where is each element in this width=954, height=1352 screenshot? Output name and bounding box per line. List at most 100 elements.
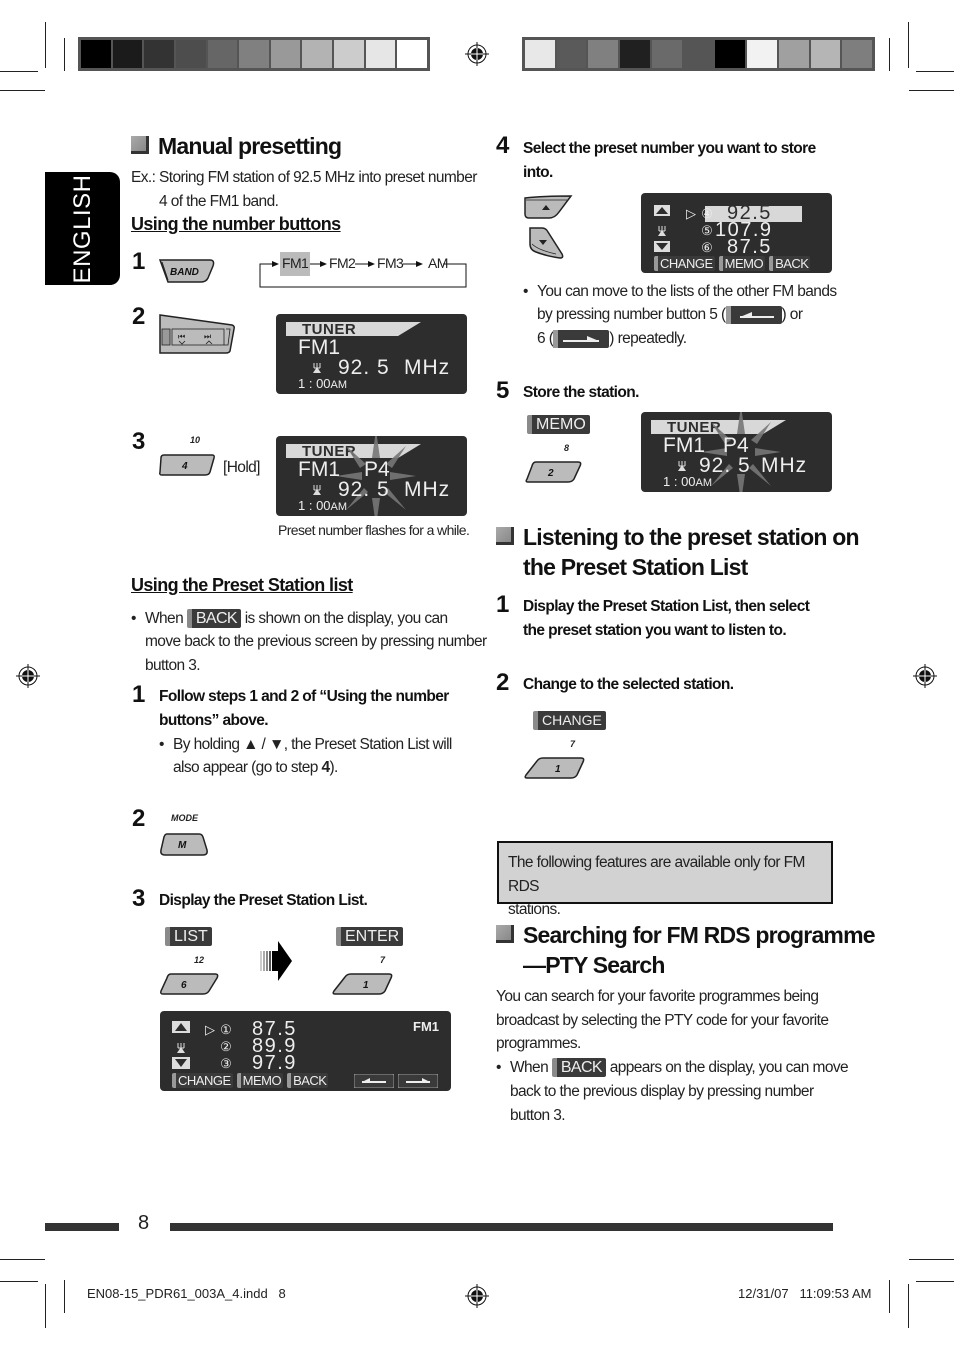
color-swatch xyxy=(239,40,269,68)
bullet-text: When xyxy=(510,1059,549,1076)
sub-bullet-line-2: also appear (go to step 4). xyxy=(173,756,338,780)
sub-bullet-text: ). xyxy=(329,759,339,776)
softkey-row: CHANGE MEMO BACK xyxy=(172,1073,329,1088)
registration-mark-icon xyxy=(913,664,937,688)
color-swatch xyxy=(365,40,396,68)
antenna-icon xyxy=(658,226,666,236)
color-swatch xyxy=(270,40,301,68)
note-line-2: stations. xyxy=(508,901,561,918)
footer-bar-left xyxy=(45,1223,119,1231)
band-option-fm3: FM3 xyxy=(377,255,404,271)
scroll-down-icon xyxy=(654,241,670,252)
bullet-text: is shown on the display, you can xyxy=(244,610,448,627)
softkey-back: BACK xyxy=(769,256,811,271)
hold-label: [Hold] xyxy=(223,459,261,476)
section-bullet-icon xyxy=(496,925,514,943)
sub-bullet-line-1: By holding ▲ / ▼, the Preset Station Lis… xyxy=(173,736,452,753)
band-cycle-diagram: FM1 FM2 FM3 AM xyxy=(259,252,467,288)
cursor-marker: ▷ xyxy=(205,1022,215,1037)
step-number: 4 xyxy=(496,132,510,159)
mode-button[interactable]: M xyxy=(159,831,209,857)
example-prefix: Ex.: xyxy=(131,169,156,186)
enter-softkey-chip: ENTER xyxy=(336,927,404,946)
step-number: 3 xyxy=(132,428,146,455)
preset-button-1[interactable]: 1 xyxy=(523,756,587,780)
softkey-row: CHANGE MEMO BACK xyxy=(654,256,811,271)
crop-mark xyxy=(0,71,38,72)
band-indicator: FM1 xyxy=(413,1019,439,1034)
language-tab-label: ENGLISH xyxy=(68,174,96,283)
clock-time: 1 : 00 xyxy=(663,474,696,489)
preset-list-row[interactable]: ▷ ④ 92.5 xyxy=(683,203,773,223)
softkey-next-band-icon xyxy=(398,1074,438,1088)
preset-list-row[interactable]: ⑥ 87.5 xyxy=(683,237,773,257)
band-button[interactable]: BAND xyxy=(158,258,216,284)
color-swatch xyxy=(175,40,206,68)
band-option-am: AM xyxy=(428,255,448,271)
preset-frequency: 97.9 xyxy=(252,1052,297,1074)
band-option-fm1: FM1 xyxy=(280,252,311,276)
bullet-line-3: 6 ( ) repeatedly. xyxy=(537,327,687,351)
preset-list-row[interactable]: ③ 97.9 xyxy=(202,1052,297,1074)
step-number: 1 xyxy=(132,248,146,275)
bullet-dot: • xyxy=(496,1059,501,1076)
registration-mark-icon xyxy=(16,664,40,688)
seek-buttons[interactable]: ⏮ ⏭ xyxy=(158,313,236,355)
back-softkey-chip: BACK xyxy=(186,609,241,629)
color-swatch xyxy=(620,40,650,68)
preset-number: ② xyxy=(220,1039,232,1054)
color-swatch xyxy=(842,40,873,68)
color-swatch xyxy=(397,40,428,68)
crop-mark xyxy=(909,90,954,91)
lcd-display-tuner: TUNER FM1 92. 5 MHz 1 : 00AM xyxy=(276,314,467,394)
crop-mark xyxy=(916,71,954,72)
next-band-key-icon xyxy=(553,329,610,348)
bullet-text: 6 ( xyxy=(537,330,554,347)
arrow-right-icon xyxy=(260,941,292,981)
preset-number: ① xyxy=(220,1022,232,1037)
back-softkey-chip: BACK xyxy=(551,1058,606,1078)
antenna-icon xyxy=(313,363,321,373)
softkey-prev-band-icon xyxy=(354,1074,394,1088)
scroll-up-icon xyxy=(172,1021,190,1033)
crop-mark xyxy=(889,1280,890,1313)
section-title: Manual presetting xyxy=(158,133,342,159)
preset-button-4[interactable]: 4 xyxy=(158,453,216,477)
clock-ampm: AM xyxy=(330,501,348,513)
band-option-fm2: FM2 xyxy=(329,255,356,271)
step-number: 3 xyxy=(132,885,146,912)
section-heading-listening: Listening to the preset station on the P… xyxy=(496,522,860,582)
button-secondary-label: 7 xyxy=(570,739,576,749)
preset-button-label: 2 xyxy=(547,468,554,479)
color-swatch xyxy=(525,40,555,68)
page-number: 8 xyxy=(138,1212,150,1234)
pty-body-line-3: programmes. xyxy=(496,1035,581,1052)
down-button[interactable] xyxy=(526,226,566,260)
up-button[interactable] xyxy=(523,194,573,220)
color-swatch xyxy=(112,40,143,68)
footer-bar-right xyxy=(170,1223,833,1231)
clock-time: 1 : 00 xyxy=(298,498,331,513)
color-calibration-bar-left xyxy=(78,37,430,71)
preset-button-1[interactable]: 1 xyxy=(331,972,395,996)
section-title-line-2: —PTY Search xyxy=(523,952,665,978)
step-text-line-2: into. xyxy=(523,164,553,181)
preset-button-label: 1 xyxy=(363,980,369,991)
rds-note-box: The following features are available onl… xyxy=(497,841,833,918)
scroll-down-icon xyxy=(172,1057,190,1069)
color-swatch xyxy=(683,40,714,68)
crop-mark xyxy=(0,90,45,91)
mode-button-label: M xyxy=(178,840,187,851)
crop-mark xyxy=(45,22,46,68)
seek-down-icon: ⏮ xyxy=(178,332,185,341)
crop-mark xyxy=(908,22,909,68)
prev-band-key-icon xyxy=(725,305,782,324)
preset-button-6[interactable]: 6 xyxy=(159,972,221,996)
bullet-text: ) repeatedly. xyxy=(609,330,687,347)
crop-mark xyxy=(64,38,65,71)
preset-button-2[interactable]: 2 xyxy=(524,460,584,484)
antenna-icon xyxy=(177,1043,185,1053)
frequency-unit: MHz xyxy=(404,356,451,379)
preset-number: ④ xyxy=(701,206,713,221)
button-secondary-label: 7 xyxy=(380,955,386,965)
